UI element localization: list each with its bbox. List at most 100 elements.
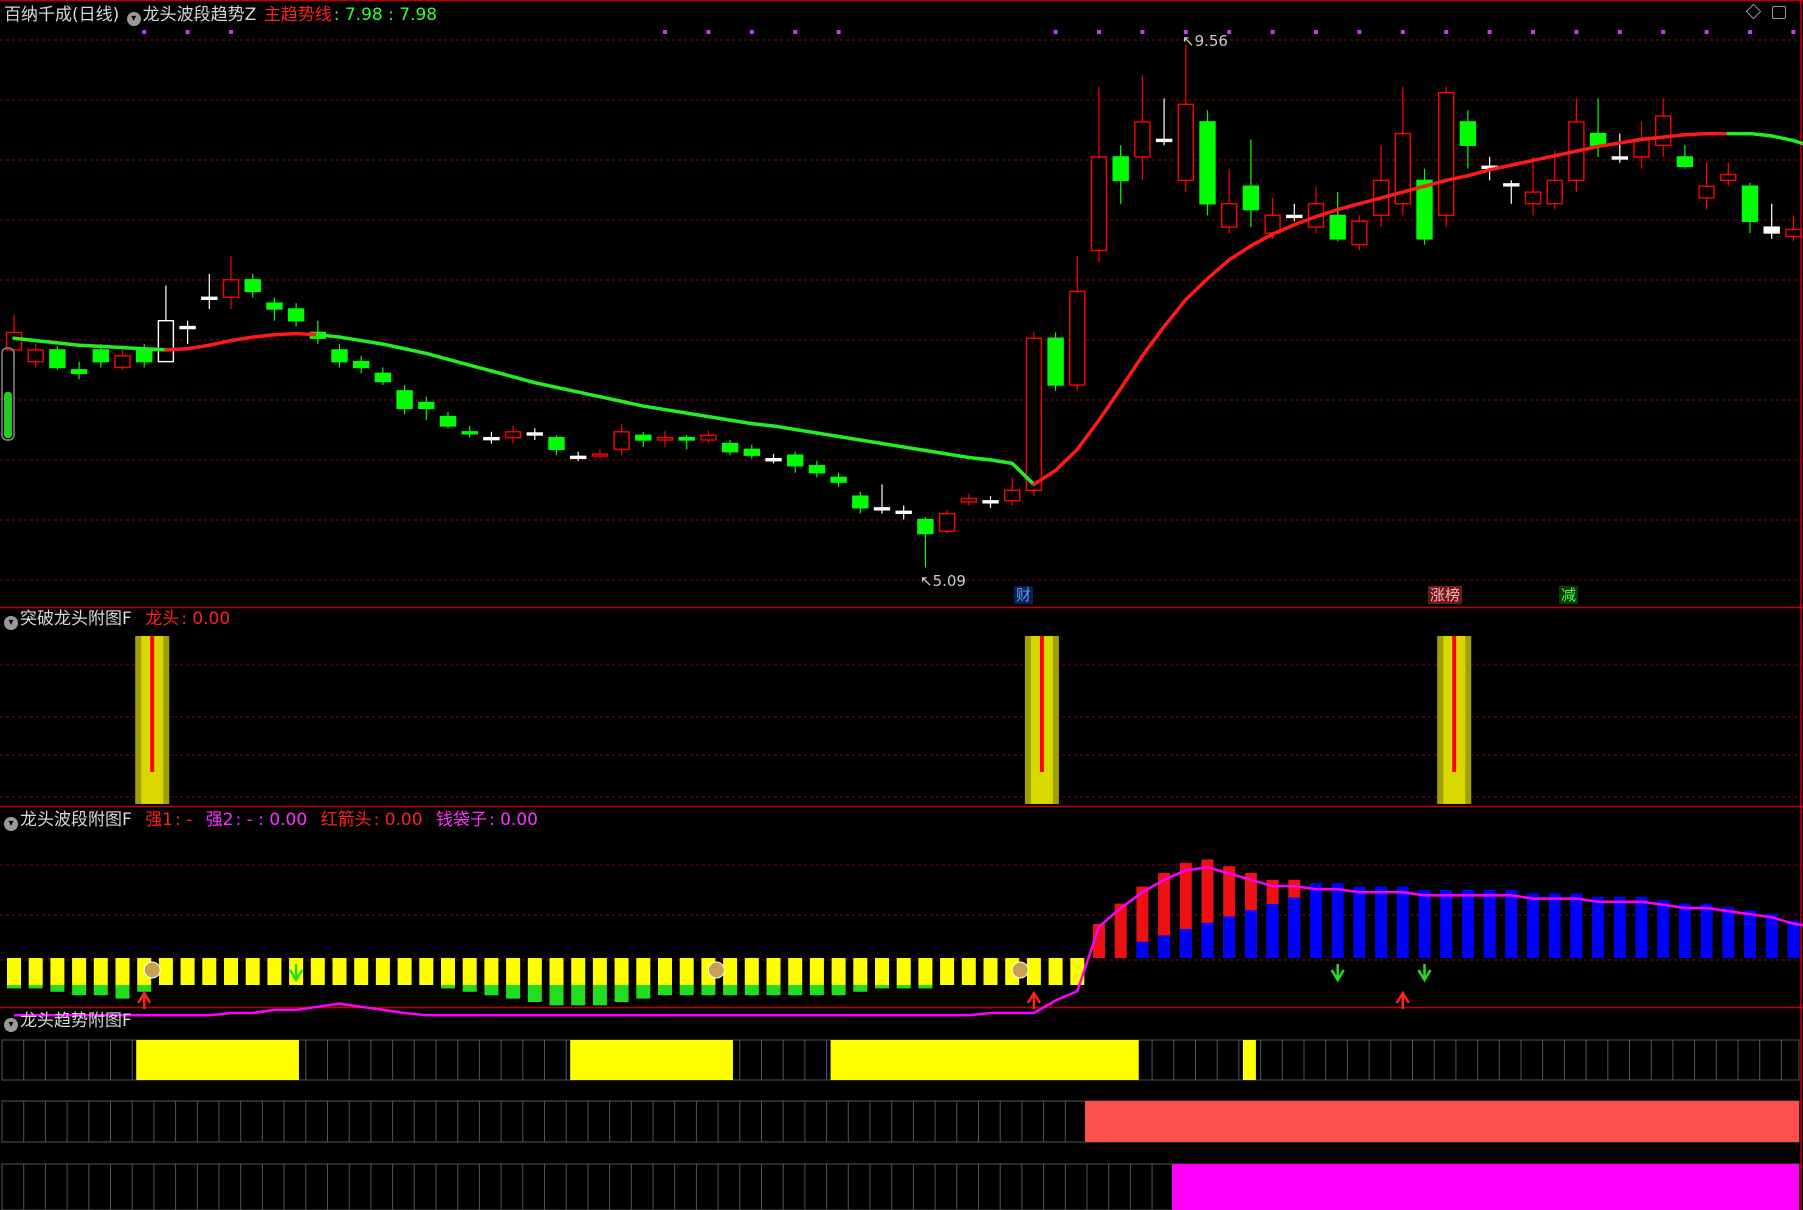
wave-bar-yellow (831, 958, 846, 985)
trend-line-segment (576, 390, 602, 399)
wave-bar (1657, 900, 1670, 958)
candle-body (179, 325, 196, 330)
wave-bar-yellow (332, 958, 347, 985)
trend-line-segment (1184, 276, 1210, 302)
trend-line-segment (750, 421, 776, 428)
wave-panel-title[interactable]: 龙头波段附图F (20, 810, 132, 830)
trend-line-segment (880, 441, 906, 449)
wave-bar-yellow (853, 958, 868, 985)
strong1-value: : - (175, 810, 193, 830)
wave-bar-yellow (397, 958, 412, 985)
wave-panel-chart[interactable] (7, 859, 1803, 1017)
signal-dot (749, 30, 754, 34)
event-tag-finance[interactable]: 财 (1014, 586, 1034, 604)
wave-bar-yellow (419, 958, 434, 985)
main-price-chart[interactable] (1, 30, 1803, 568)
chevron-down-icon[interactable]: ▾ (4, 1018, 18, 1032)
signal-dot (1444, 30, 1449, 34)
trend-line-segment (467, 363, 494, 373)
wave-bar-yellow (93, 958, 108, 985)
signal-dot (706, 30, 711, 34)
wave-bar-yellow (896, 958, 911, 985)
candle-body (27, 349, 44, 363)
trend-line-segment (533, 380, 559, 390)
trend-line-segment (1097, 386, 1123, 422)
signal-dot (229, 30, 233, 34)
trend-line-segment (1205, 258, 1231, 281)
signal-dot (1574, 30, 1579, 34)
wave-bar-yellow (809, 958, 824, 985)
maximize-icon[interactable] (1772, 6, 1786, 19)
trend-strip-yellow (570, 1040, 733, 1080)
wave-bar-blue (1158, 935, 1171, 958)
wave-bar-yellow (180, 958, 195, 985)
indicator-name[interactable]: 龙头波段趋势Z (143, 5, 257, 25)
candle-body (1524, 191, 1542, 205)
wave-bar-green (636, 985, 651, 999)
stock-name[interactable]: 百纳千成(日线) (4, 5, 119, 25)
wave-bar-green (28, 985, 43, 989)
wave-bar-yellow (72, 958, 87, 985)
candle-body (960, 497, 977, 503)
wave-bar-blue (1288, 897, 1301, 958)
candle-body (331, 349, 348, 363)
candle-body (1220, 203, 1238, 228)
trend-line-segment (1509, 158, 1535, 167)
wave-bar-green (701, 985, 716, 996)
wave-bar-yellow (723, 958, 738, 985)
chevron-down-icon[interactable]: ▾ (4, 817, 18, 831)
wave-bar-yellow (7, 958, 21, 985)
wave-bar (1678, 903, 1691, 958)
signal-dot (1357, 30, 1362, 34)
breakout-panel-title[interactable]: 突破龙头附图F (20, 609, 132, 629)
trend-line-segment (489, 369, 515, 379)
event-tag-reduce[interactable]: 减 (1559, 586, 1579, 604)
candle-body (1633, 138, 1650, 158)
candle-body (656, 436, 674, 441)
event-tag-limit-up[interactable]: 涨榜 (1428, 586, 1463, 604)
wave-bar-green (93, 985, 108, 996)
breakout-panel-header: ▾ 突破龙头附图F 龙头: 0.00 (4, 609, 232, 630)
candle-body (157, 319, 175, 363)
chevron-down-icon[interactable]: ▾ (4, 616, 18, 630)
trend-line-segment (164, 347, 190, 352)
trend-line-segment (55, 341, 81, 348)
trend-line-segment (945, 452, 971, 460)
trend-line-label: 主趋势线 (263, 5, 332, 25)
wave-bar-yellow (441, 958, 455, 985)
wave-bar (1375, 886, 1388, 958)
wave-bar-yellow (506, 958, 521, 985)
trend-line-segment (836, 434, 863, 442)
wave-bar-yellow (744, 958, 759, 985)
candle-body (483, 436, 500, 441)
dragon-head-value: : 0.00 (181, 609, 231, 629)
candle-body (1155, 138, 1173, 143)
trend-line-segment (684, 411, 711, 419)
wave-bar (1440, 890, 1453, 958)
signal-dot (793, 30, 798, 34)
signal-dot (142, 30, 147, 34)
chevron-down-icon[interactable]: ▾ (126, 12, 141, 26)
wave-bar-green (614, 985, 629, 1002)
breakout-panel-chart[interactable] (135, 636, 1472, 804)
signal-dot (663, 30, 667, 34)
wave-bar-yellow (658, 958, 672, 985)
candle-body (548, 436, 565, 451)
candle-body (135, 349, 153, 363)
wave-bar-yellow (918, 958, 933, 985)
trend-line-segment (381, 342, 407, 351)
trend-line-segment (1748, 131, 1774, 138)
green-arrow-down-icon (1417, 964, 1432, 983)
wave-bar-yellow (766, 958, 781, 985)
trend-line-segment (728, 418, 754, 426)
candle-body (222, 279, 240, 299)
wave-bar (1527, 893, 1539, 958)
wave-bar-yellow (614, 958, 629, 985)
trend-line-segment (1118, 354, 1145, 391)
trend-panel-chart[interactable] (1, 1039, 1800, 1210)
wave-bar (1765, 913, 1778, 958)
red-arrow-up-icon (1395, 990, 1410, 1009)
signal-dot (1704, 30, 1709, 34)
trend-line-values: : 7.98 : 7.98 (333, 5, 438, 25)
trend-panel-title[interactable]: 龙头趋势附图F (20, 1011, 132, 1031)
